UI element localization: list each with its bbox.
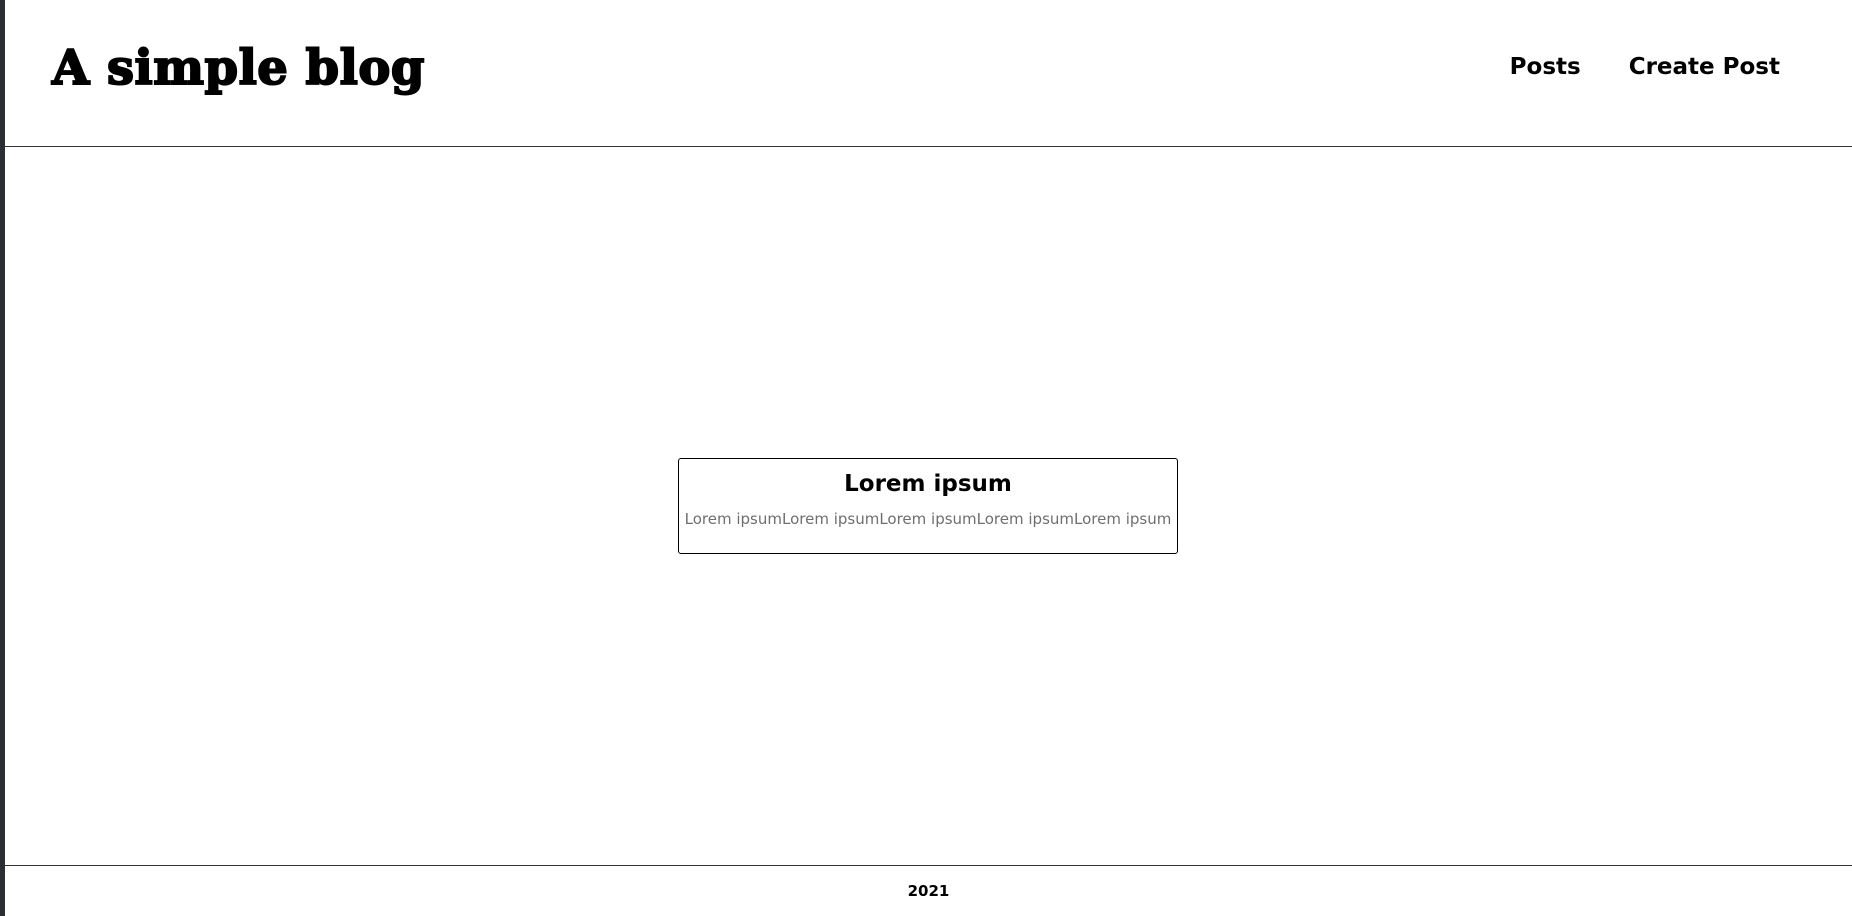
post-title: Lorem ipsum [844, 471, 1012, 497]
post-card[interactable]: Lorem ipsum Lorem ipsumLorem ipsumLorem … [678, 458, 1178, 554]
footer-year: 2021 [907, 882, 950, 900]
main-content: Lorem ipsum Lorem ipsumLorem ipsumLorem … [5, 147, 1852, 865]
main-nav: Posts Create Post [1510, 50, 1780, 84]
page: A simple blog Posts Create Post Lorem ip… [5, 0, 1852, 916]
nav-link-create-post[interactable]: Create Post [1629, 50, 1780, 84]
site-title[interactable]: A simple blog [51, 36, 425, 100]
site-header: A simple blog Posts Create Post [5, 0, 1852, 147]
nav-link-posts[interactable]: Posts [1510, 50, 1581, 84]
site-footer: 2021 [5, 865, 1852, 916]
post-excerpt: Lorem ipsumLorem ipsumLorem ipsumLorem i… [684, 510, 1172, 528]
